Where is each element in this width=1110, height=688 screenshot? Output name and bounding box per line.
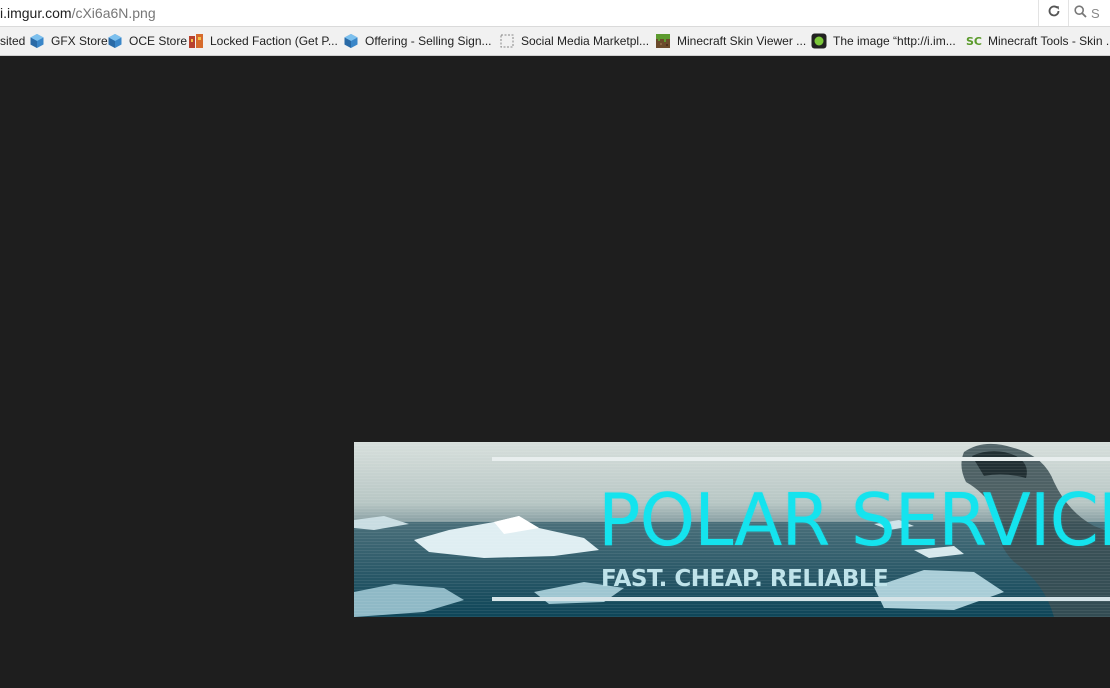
bookmark-label: Offering - Selling Sign... (365, 34, 492, 48)
polar-services-banner[interactable]: POLAR SERVICES FAST. CHEAP. RELIABLE (354, 442, 1110, 617)
bookmark-social-media-marketplace[interactable]: Social Media Marketpl... (499, 27, 649, 55)
bookmark-offering-selling[interactable]: Offering - Selling Sign... (343, 27, 492, 55)
grass-block-icon (655, 33, 671, 49)
image-viewport: POLAR SERVICES FAST. CHEAP. RELIABLE (0, 56, 1110, 688)
bookmark-most-visited[interactable]: sited (0, 27, 25, 55)
banner-tagline: FAST. CHEAP. RELIABLE (601, 566, 889, 592)
cube-icon (29, 33, 45, 49)
bookmark-gfx-store[interactable]: GFX Store (29, 27, 108, 55)
search-box[interactable]: S (1074, 0, 1110, 26)
bookmark-locked-faction[interactable]: Locked Faction (Get P... (188, 27, 338, 55)
bookmark-label: GFX Store (51, 34, 108, 48)
bookmark-oce-store[interactable]: OCE Store (107, 27, 187, 55)
bookmark-label: Locked Faction (Get P... (210, 34, 338, 48)
url-path: /cXi6a6N.png (71, 5, 156, 21)
cube-icon (343, 33, 359, 49)
cube-icon (107, 33, 123, 49)
faction-icon (188, 33, 204, 49)
reload-button[interactable] (1038, 0, 1069, 26)
bookmark-label: Minecraft Tools - Skin ... (988, 34, 1110, 48)
bookmark-the-image[interactable]: The image “http://i.im... (811, 27, 956, 55)
sc-logo-icon: SC (966, 33, 982, 49)
banner-title: POLAR SERVICES (598, 478, 1110, 562)
bookmark-label: The image “http://i.im... (833, 34, 956, 48)
bookmark-label: Minecraft Skin Viewer ... (677, 34, 807, 48)
dashed-page-icon (499, 33, 515, 49)
svg-text:SC: SC (966, 35, 982, 48)
bookmark-label: OCE Store (129, 34, 188, 48)
reload-icon (1047, 4, 1061, 22)
bookmark-label: sited (0, 34, 26, 48)
green-dot-icon (811, 33, 827, 49)
url-host: i.imgur.com (0, 5, 72, 21)
bookmark-minecraft-skin-viewer[interactable]: Minecraft Skin Viewer ... (655, 27, 806, 55)
search-placeholder: S (1091, 5, 1100, 21)
bookmark-minecraft-tools[interactable]: SC Minecraft Tools - Skin ... (966, 27, 1110, 55)
url-field[interactable]: i.imgur.com/cXi6a6N.png (0, 5, 156, 21)
address-bar[interactable]: i.imgur.com/cXi6a6N.png S (0, 0, 1110, 27)
bookmarks-bar: sited GFX Store OCE Store Locked Faction… (0, 27, 1110, 56)
search-icon (1074, 5, 1091, 21)
bookmark-label: Social Media Marketpl... (521, 34, 650, 48)
